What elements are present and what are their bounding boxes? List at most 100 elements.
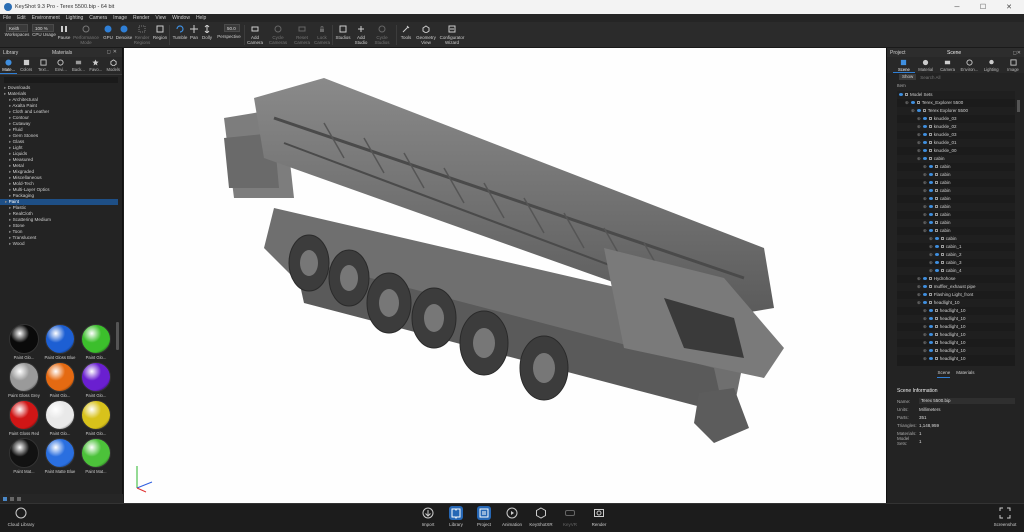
- scene-info-value[interactable]: Terex 5500.bip: [919, 398, 1015, 404]
- performance-mode-button[interactable]: Performance Mode: [72, 22, 100, 48]
- visibility-eye-icon[interactable]: [928, 325, 933, 329]
- expand-icon[interactable]: ⊕: [917, 132, 921, 137]
- menu-edit[interactable]: Edit: [14, 15, 29, 21]
- expand-icon[interactable]: ⊕: [923, 340, 927, 345]
- import-button[interactable]: Import: [414, 506, 442, 531]
- show-filter[interactable]: Show: [899, 74, 917, 80]
- visibility-eye-icon[interactable]: [928, 333, 933, 337]
- scene-tree-item[interactable]: ⊕ cabin: [897, 163, 1015, 171]
- list-view-icon[interactable]: [10, 496, 14, 501]
- scene-tree-item[interactable]: ⊕ headlight_10: [897, 323, 1015, 331]
- menu-window[interactable]: Window: [169, 15, 193, 21]
- expand-icon[interactable]: ⊕: [917, 124, 921, 129]
- menu-lighting[interactable]: Lighting: [63, 15, 87, 21]
- scene-tree-item[interactable]: ⊕ cabin: [897, 211, 1015, 219]
- menu-camera[interactable]: Camera: [86, 15, 110, 21]
- expand-icon[interactable]: ⊕: [923, 196, 927, 201]
- cycle-studios-button[interactable]: Cycle Studios: [372, 22, 392, 48]
- visibility-eye-icon[interactable]: [922, 149, 927, 153]
- visibility-eye-icon[interactable]: [899, 93, 903, 97]
- visibility-eye-icon[interactable]: [928, 165, 933, 169]
- visibility-eye-icon[interactable]: [928, 181, 933, 185]
- tumble-button[interactable]: Tumble: [171, 22, 189, 48]
- render-viewport[interactable]: [124, 48, 886, 503]
- expand-icon[interactable]: ⊕: [929, 236, 933, 241]
- animation-button[interactable]: Animation: [498, 506, 526, 531]
- scene-tree-item[interactable]: ⊕ muffler_exhaust pipe: [897, 283, 1015, 291]
- folder-icon[interactable]: [17, 496, 21, 501]
- tab-image[interactable]: Image: [1002, 57, 1024, 73]
- workspace-select[interactable]: Keith: [6, 24, 28, 32]
- reset-camera-button[interactable]: Reset Camera: [292, 22, 312, 48]
- pan-button[interactable]: Pan: [188, 22, 200, 48]
- scene-tree-item[interactable]: ⊕ cabin: [897, 203, 1015, 211]
- visibility-eye-icon[interactable]: [928, 349, 933, 353]
- visibility-eye-icon[interactable]: [928, 357, 933, 361]
- expand-icon[interactable]: ⊕: [923, 212, 927, 217]
- scene-tree-item[interactable]: ⊕ headlight_10: [897, 355, 1015, 363]
- swatch-scrollbar[interactable]: [116, 322, 119, 350]
- material-swatch[interactable]: Paint Glo...: [78, 362, 114, 398]
- visibility-eye-icon[interactable]: [928, 341, 933, 345]
- keyvr-button[interactable]: KeyVR: [556, 506, 584, 531]
- dolly-button[interactable]: Dolly: [200, 22, 214, 48]
- expand-icon[interactable]: ⊕: [923, 316, 927, 321]
- tab-material[interactable]: Material: [915, 57, 937, 73]
- expand-icon[interactable]: ⊕: [917, 140, 921, 145]
- expand-icon[interactable]: ⊕: [917, 148, 921, 153]
- scene-tree-item[interactable]: ⊕ headlight_10: [897, 339, 1015, 347]
- add-studio-button[interactable]: Add Studio: [352, 22, 370, 48]
- menu-environment[interactable]: Environment: [29, 15, 63, 21]
- visibility-eye-icon[interactable]: [922, 293, 927, 297]
- material-swatch[interactable]: Paint Glo...: [42, 362, 78, 398]
- tab-materials[interactable]: Mate...: [0, 57, 18, 74]
- menu-render[interactable]: Render: [130, 15, 152, 21]
- expand-icon[interactable]: ⊕: [923, 308, 927, 313]
- scene-tree-item[interactable]: ⊕ headlight_10: [897, 307, 1015, 315]
- visibility-eye-icon[interactable]: [934, 237, 939, 241]
- scene-tree-item[interactable]: ⊕ cabin: [897, 235, 1015, 243]
- menu-file[interactable]: File: [0, 15, 14, 21]
- visibility-eye-icon[interactable]: [922, 125, 927, 129]
- minimize-button[interactable]: ─: [944, 0, 970, 14]
- render-button[interactable]: Render: [585, 506, 613, 531]
- scene-tree-scrollbar[interactable]: [1017, 100, 1020, 112]
- visibility-eye-icon[interactable]: [928, 213, 933, 217]
- visibility-eye-icon[interactable]: [928, 189, 933, 193]
- subtab-scene[interactable]: Scene: [937, 370, 951, 378]
- expand-icon[interactable]: ⊕: [923, 228, 927, 233]
- scene-tree-item[interactable]: ⊕ cabin_4: [897, 267, 1015, 275]
- tab-lighting[interactable]: Lighting: [980, 57, 1002, 73]
- scene-tree-item[interactable]: ⊕ Terex_Explorer 5500: [897, 99, 1015, 107]
- project-dock-button[interactable]: Project: [470, 506, 498, 531]
- expand-icon[interactable]: ⊕: [923, 172, 927, 177]
- expand-icon[interactable]: ⊕: [917, 300, 921, 305]
- cloud-library-button[interactable]: Cloud Library: [6, 506, 36, 531]
- library-tree-item[interactable]: ▸ Wood: [4, 241, 122, 247]
- configurator-wizard-button[interactable]: Configurator Wizard: [438, 22, 466, 48]
- scene-tree-item[interactable]: ⊕ cabin_1: [897, 243, 1015, 251]
- expand-icon[interactable]: ⊕: [905, 100, 909, 105]
- expand-icon[interactable]: ⊕: [923, 180, 927, 185]
- visibility-eye-icon[interactable]: [934, 253, 939, 257]
- material-swatch[interactable]: Paint Mat...: [78, 438, 114, 474]
- scene-tree-item[interactable]: ⊕ cabin: [897, 195, 1015, 203]
- expand-icon[interactable]: ⊕: [923, 332, 927, 337]
- scene-tree-item[interactable]: Model Sets: [897, 91, 1015, 99]
- tab-textures[interactable]: Text...: [35, 57, 52, 74]
- material-swatch[interactable]: Paint Glo...: [78, 324, 114, 360]
- visibility-eye-icon[interactable]: [928, 309, 933, 313]
- scene-tree-item[interactable]: ⊕ headlight_10: [897, 315, 1015, 323]
- menu-image[interactable]: Image: [110, 15, 130, 21]
- expand-icon[interactable]: ⊕: [917, 156, 921, 161]
- pause-button[interactable]: Pause: [56, 22, 72, 48]
- material-swatch[interactable]: Paint Glo...: [42, 400, 78, 436]
- material-swatch[interactable]: Paint Glo...: [78, 400, 114, 436]
- subtab-materials[interactable]: Materials: [956, 370, 974, 378]
- render-regions-button[interactable]: Render Regions: [133, 22, 151, 48]
- expand-icon[interactable]: ⊕: [923, 348, 927, 353]
- expand-icon[interactable]: ⊕: [929, 252, 933, 257]
- tab-models[interactable]: Models: [105, 57, 122, 74]
- visibility-eye-icon[interactable]: [922, 301, 927, 305]
- scene-tree-item[interactable]: ⊕ headlight_10: [897, 347, 1015, 355]
